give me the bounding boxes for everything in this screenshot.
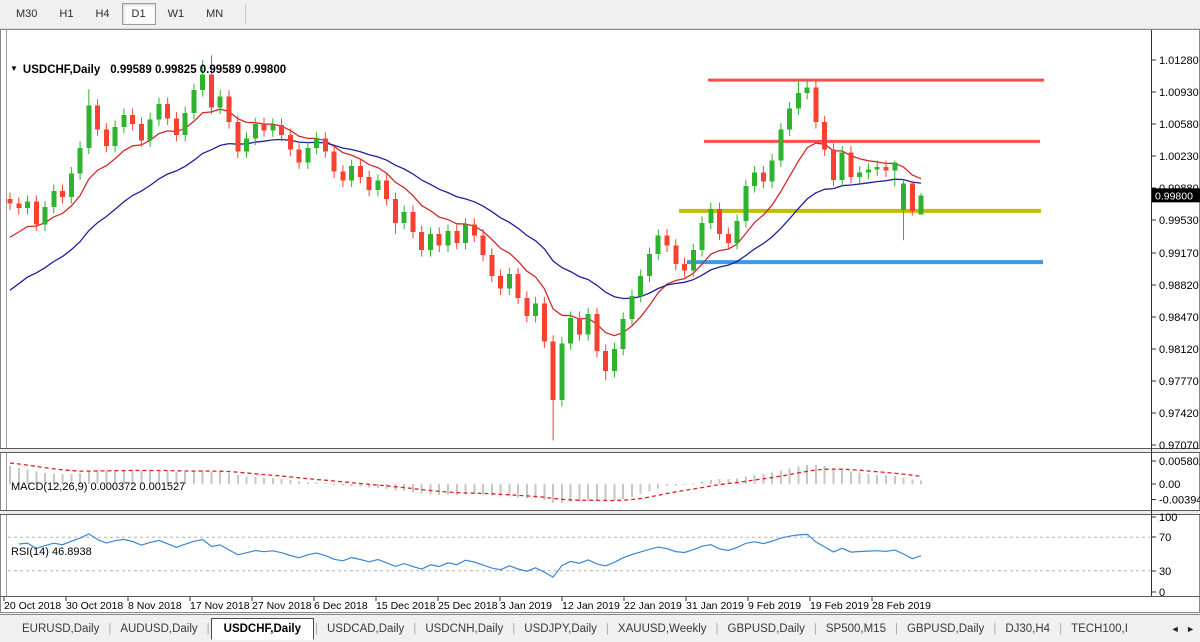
- svg-text:0.005802: 0.005802: [1159, 456, 1200, 468]
- svg-text:1.00230: 1.00230: [1159, 151, 1199, 163]
- chart-title: ▼ USDCHF,Daily 0.99589 0.99825 0.99589 0.9…: [10, 64, 286, 76]
- svg-text:1.01280: 1.01280: [1159, 55, 1199, 67]
- mt4-window: M30H1H4D1W1MN 1.01280 1.00930 1.00580 1.002…: [0, 0, 1200, 642]
- toolbar-separator: [245, 4, 246, 24]
- svg-text:0.97420: 0.97420: [1159, 408, 1199, 420]
- tab-usdchf-daily[interactable]: USDCHF,Daily: [211, 618, 314, 640]
- timeframe-button-D1[interactable]: D1: [122, 3, 156, 25]
- tab-scroll-left-icon[interactable]: ◄: [1171, 624, 1180, 634]
- tab-scroll-arrows: ◄ ►: [1167, 624, 1195, 634]
- chart-window: 1.012801.009301.005801.002300.998800.995…: [0, 29, 1200, 613]
- svg-text:100: 100: [1159, 512, 1177, 524]
- tab-usdjpy-daily[interactable]: USDJPY,Daily: [516, 618, 605, 640]
- svg-text:6 Dec 2018: 6 Dec 2018: [314, 600, 368, 612]
- svg-text:28 Feb 2019: 28 Feb 2019: [872, 600, 931, 612]
- tab-gbpusd-daily[interactable]: GBPUSD,Daily: [720, 618, 813, 640]
- svg-text:0.99170: 0.99170: [1159, 248, 1199, 260]
- svg-text:1.00580: 1.00580: [1159, 119, 1199, 131]
- svg-text:25 Dec 2018: 25 Dec 2018: [438, 600, 498, 612]
- svg-text:30 Oct 2018: 30 Oct 2018: [66, 600, 123, 612]
- svg-text:0.99800: 0.99800: [1155, 190, 1193, 202]
- tab-eurusd-daily[interactable]: EURUSD,Daily: [14, 618, 107, 640]
- ohlc-values: 0.99589 0.99825 0.99589 0.99800: [110, 64, 286, 76]
- svg-text:0.97770: 0.97770: [1159, 376, 1199, 388]
- timeframe-button-MN[interactable]: MN: [196, 3, 233, 25]
- svg-text:0.98120: 0.98120: [1159, 344, 1199, 356]
- svg-text:19 Feb 2019: 19 Feb 2019: [810, 600, 869, 612]
- tab-tech100-i[interactable]: TECH100,I: [1063, 618, 1136, 640]
- time-axis: 20 Oct 2018 30 Oct 2018 8 Nov 2018 17 Nov 2…: [4, 597, 931, 612]
- tab-sp500-m15[interactable]: SP500,M15: [818, 618, 894, 640]
- tab-usdcnh-daily[interactable]: USDCNH,Daily: [417, 618, 511, 640]
- svg-text:15 Dec 2018: 15 Dec 2018: [376, 600, 436, 612]
- svg-text:27 Nov 2018: 27 Nov 2018: [252, 600, 312, 612]
- chart-canvas[interactable]: 1.012801.009301.005801.002300.998800.995…: [0, 29, 1200, 613]
- tab-usdcad-daily[interactable]: USDCAD,Daily: [319, 618, 412, 640]
- tab-scroll-right-icon[interactable]: ►: [1186, 624, 1195, 634]
- svg-text:31 Jan 2019: 31 Jan 2019: [686, 600, 744, 612]
- svg-text:0: 0: [1159, 587, 1165, 599]
- svg-text:0.99530: 0.99530: [1159, 215, 1199, 227]
- svg-text:70: 70: [1159, 532, 1171, 544]
- svg-text:-0.003945: -0.003945: [1159, 495, 1200, 507]
- svg-text:12 Jan 2019: 12 Jan 2019: [562, 600, 620, 612]
- svg-text:22 Jan 2019: 22 Jan 2019: [624, 600, 682, 612]
- svg-text:9 Feb 2019: 9 Feb 2019: [748, 600, 801, 612]
- tab-gbpusd-daily[interactable]: GBPUSD,Daily: [899, 618, 992, 640]
- svg-text:17 Nov 2018: 17 Nov 2018: [190, 600, 250, 612]
- symbol-dropdown-icon[interactable]: ▼: [10, 64, 18, 73]
- svg-text:0.97070: 0.97070: [1159, 440, 1199, 452]
- timeframe-button-H4[interactable]: H4: [85, 3, 119, 25]
- svg-text:0.98470: 0.98470: [1159, 312, 1199, 324]
- rsi-indicator-label: RSI(14) 46.8938: [11, 546, 92, 558]
- timeframe-toolbar: M30H1H4D1W1MN: [0, 0, 1200, 29]
- timeframe-button-M30[interactable]: M30: [6, 3, 47, 25]
- timeframe-button-W1[interactable]: W1: [158, 3, 195, 25]
- svg-text:0.00: 0.00: [1159, 479, 1180, 491]
- svg-text:0.98820: 0.98820: [1159, 280, 1199, 292]
- macd-indicator-label: MACD(12,26,9) 0.000372 0.001527: [11, 481, 185, 493]
- tab-audusd-daily[interactable]: AUDUSD,Daily: [112, 618, 205, 640]
- tab-dj30-h4[interactable]: DJ30,H4: [997, 618, 1058, 640]
- timeframe-button-H1[interactable]: H1: [49, 3, 83, 25]
- svg-text:20 Oct 2018: 20 Oct 2018: [4, 600, 61, 612]
- current-price-tag: 0.99800: [1152, 188, 1200, 202]
- symbol-label: USDCHF,Daily: [23, 64, 100, 76]
- svg-text:30: 30: [1159, 566, 1171, 578]
- chart-frame-lines: [0, 29, 1200, 613]
- chart-tab-bar: ◄ ► EURUSD,Daily|AUDUSD,Daily|USDCHF,Dai…: [0, 614, 1200, 642]
- svg-text:8 Nov 2018: 8 Nov 2018: [128, 600, 182, 612]
- svg-text:1.00930: 1.00930: [1159, 87, 1199, 99]
- svg-text:3 Jan 2019: 3 Jan 2019: [500, 600, 552, 612]
- tab-xauusd-weekly[interactable]: XAUUSD,Weekly: [610, 618, 715, 640]
